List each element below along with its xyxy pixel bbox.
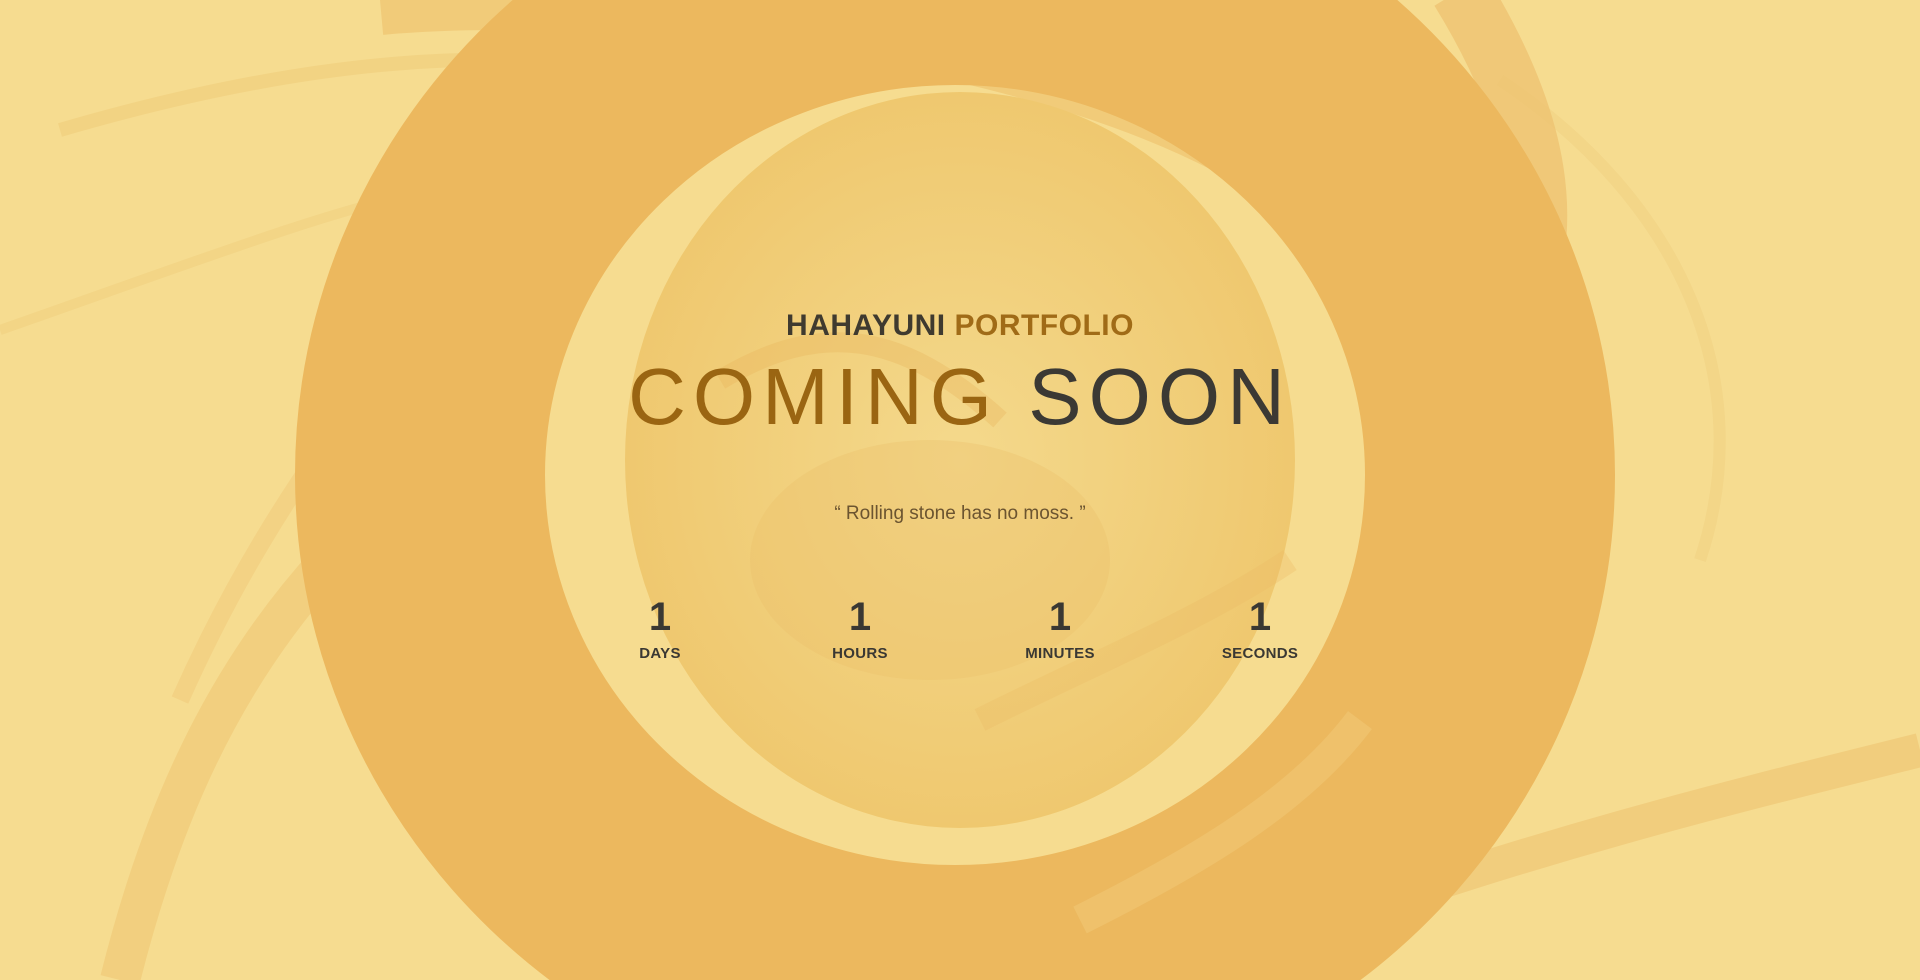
countdown-days: 1 DAYS bbox=[580, 592, 740, 664]
minutes-value: 1 bbox=[1048, 595, 1072, 639]
title-soon: SOON bbox=[1028, 352, 1292, 441]
hours-label: HOURS bbox=[832, 645, 888, 662]
site-brand: HAHAYUNI PORTFOLIO bbox=[0, 306, 1920, 346]
brand-portfolio: PORTFOLIO bbox=[954, 309, 1134, 342]
days-label: DAYS bbox=[639, 645, 681, 662]
countdown-timer: 1 DAYS 1 HOURS 1 MINUTES 1 SECONDS bbox=[0, 592, 1920, 672]
page-title: COMING SOON bbox=[0, 352, 1920, 442]
countdown-minutes: 1 MINUTES bbox=[980, 592, 1140, 664]
countdown-hours: 1 HOURS bbox=[780, 592, 940, 664]
seconds-value: 1 bbox=[1248, 595, 1272, 639]
days-value: 1 bbox=[648, 595, 672, 639]
title-coming: COMING bbox=[628, 352, 1000, 441]
seconds-label: SECONDS bbox=[1221, 645, 1299, 662]
coming-soon-page: HAHAYUNI PORTFOLIO COMING SOON “ Rolling… bbox=[0, 0, 1920, 980]
minutes-label: MINUTES bbox=[1025, 645, 1095, 662]
tagline-quote: “ Rolling stone has no moss. ” bbox=[834, 503, 1086, 524]
countdown-seconds: 1 SECONDS bbox=[1180, 592, 1340, 664]
hours-value: 1 bbox=[848, 595, 872, 639]
brand-name: HAHAYUNI bbox=[786, 309, 946, 342]
